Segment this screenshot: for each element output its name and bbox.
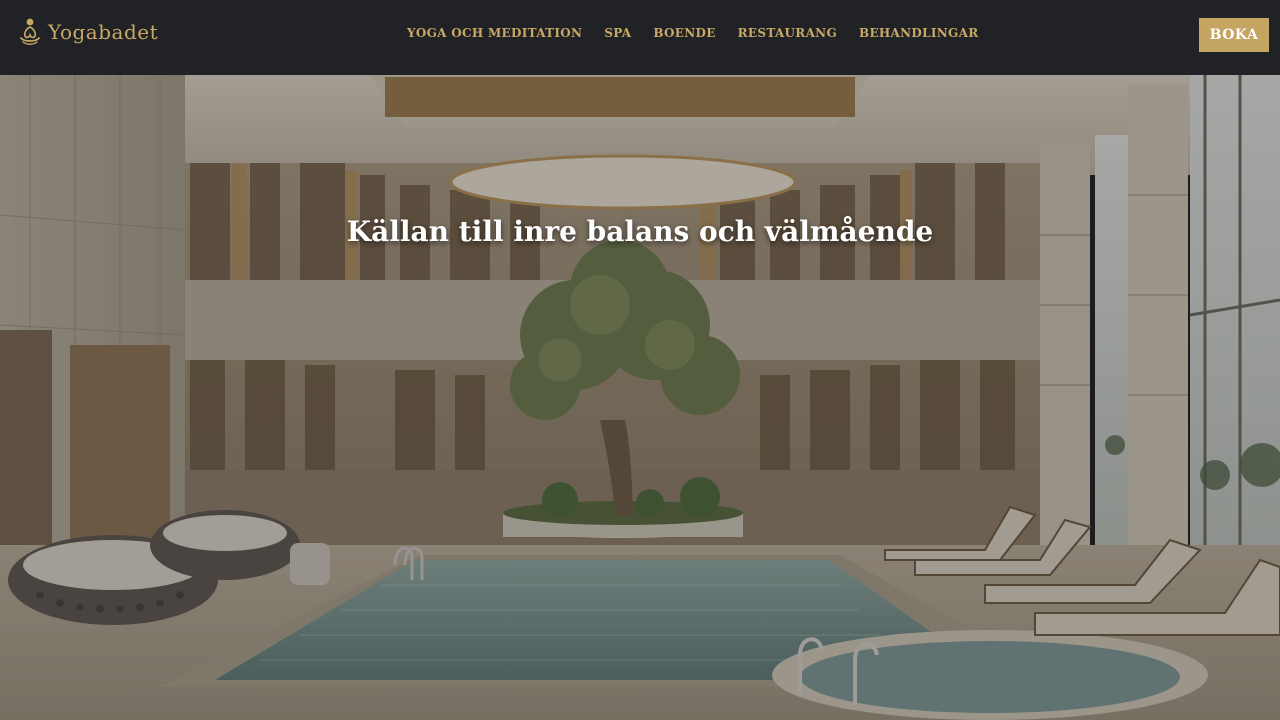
brand-logo[interactable]: Yogabadet: [18, 17, 158, 47]
book-button[interactable]: BOKA: [1199, 18, 1269, 52]
nav-item-restaurang[interactable]: RESTAURANG: [738, 26, 837, 40]
nav-item-boende[interactable]: BOENDE: [653, 26, 715, 40]
hero-dim-overlay: [0, 75, 1280, 720]
site-header: Yogabadet YOGA OCH MEDITATION SPA BOENDE…: [0, 0, 1280, 75]
nav-item-behandlingar[interactable]: BEHANDLINGAR: [859, 26, 978, 40]
meditation-figure-icon: [20, 18, 40, 45]
nav-item-spa[interactable]: SPA: [604, 26, 631, 40]
nav-item-yoga-och-meditation[interactable]: YOGA OCH MEDITATION: [407, 26, 582, 40]
hero-title: Källan till inre balans och välmående: [346, 215, 934, 248]
main-nav: YOGA OCH MEDITATION SPA BOENDE RESTAURAN…: [407, 26, 978, 40]
hero-section: Källan till inre balans och välmående: [0, 75, 1280, 720]
brand-name: Yogabadet: [48, 20, 159, 44]
